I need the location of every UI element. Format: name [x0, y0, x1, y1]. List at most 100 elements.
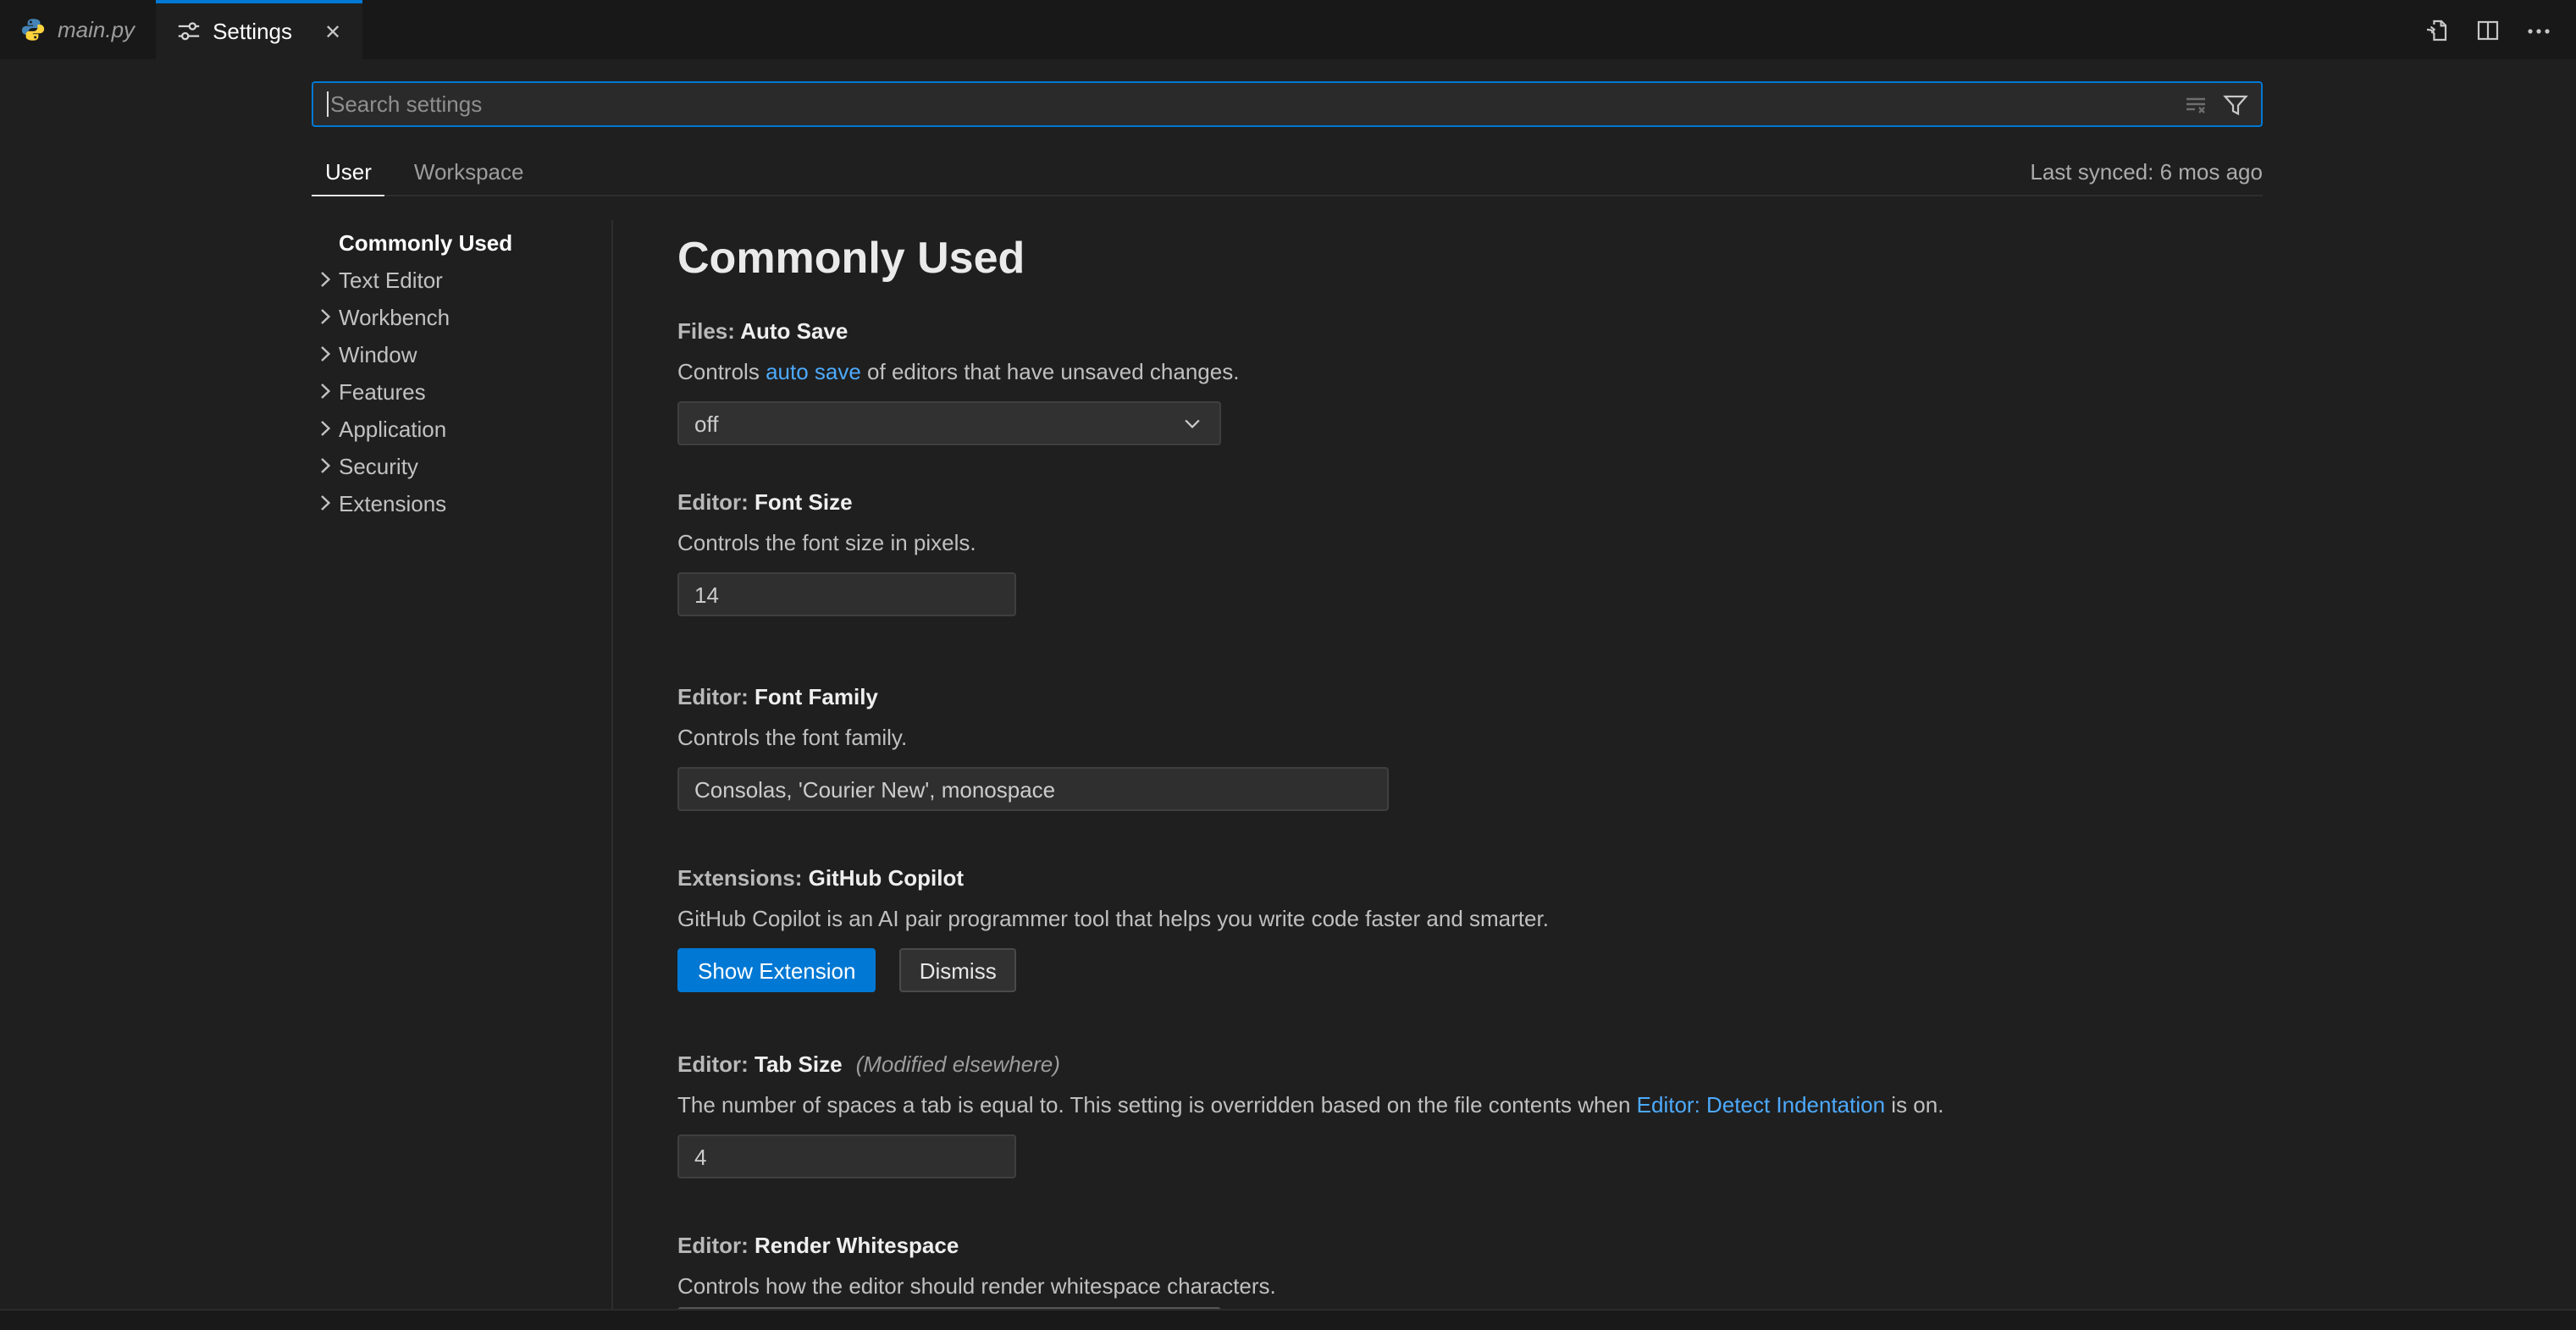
chevron-right-icon — [312, 340, 339, 367]
open-settings-json-icon[interactable] — [2424, 16, 2451, 43]
editor-tab-bar: main.py Settings ✕ — [0, 0, 2576, 59]
desc-text: of editors that have unsaved changes. — [861, 359, 1240, 384]
toc-label: Workbench — [339, 304, 450, 329]
chevron-right-icon — [312, 266, 339, 293]
font-family-input[interactable] — [677, 767, 1389, 811]
desc-text: Controls — [677, 359, 766, 384]
close-icon[interactable]: ✕ — [324, 21, 341, 41]
split-editor-icon[interactable] — [2474, 16, 2501, 43]
toc-label: Extensions — [339, 490, 446, 516]
setting-label: Editor: Tab Size (Modified elsewhere) — [677, 1051, 1060, 1077]
toc-label: Features — [339, 378, 426, 404]
tab-label: main.py — [58, 17, 135, 42]
setting-label: Editor: Font Size — [677, 489, 853, 515]
toc-item-application[interactable]: Application — [312, 410, 600, 447]
python-icon — [20, 17, 46, 42]
setting-category: Editor: — [677, 684, 755, 709]
setting-control — [677, 1134, 1016, 1178]
tab-settings[interactable]: Settings ✕ — [155, 0, 362, 59]
setting-category: Editor: — [677, 1051, 755, 1077]
setting-control — [677, 572, 1016, 616]
desc-text: Controls the font size in pixels. — [677, 530, 976, 555]
tab-size-input[interactable] — [677, 1134, 1016, 1178]
chevron-down-icon — [1180, 411, 1204, 435]
setting-description: Controls the font size in pixels. — [677, 530, 976, 555]
page-title: Commonly Used — [677, 232, 1025, 284]
toc-item-workbench[interactable]: Workbench — [312, 298, 600, 335]
show-extension-button[interactable]: Show Extension — [677, 948, 876, 992]
setting-label: Extensions: GitHub Copilot — [677, 865, 964, 891]
search-input[interactable] — [329, 91, 2183, 117]
setting-name: Render Whitespace — [755, 1233, 959, 1258]
auto-save-link[interactable]: auto save — [766, 359, 861, 384]
setting-name: Font Family — [755, 684, 878, 709]
toc-item-extensions[interactable]: Extensions — [312, 484, 600, 522]
more-actions-icon[interactable] — [2525, 16, 2552, 43]
setting-description: Controls the font family. — [677, 725, 907, 750]
setting-name: Tab Size — [755, 1051, 843, 1077]
setting-label: Editor: Render Whitespace — [677, 1233, 959, 1258]
toc-label: Window — [339, 341, 417, 367]
setting-description: Controls how the editor should render wh… — [677, 1273, 1276, 1299]
scope-tab-workspace[interactable]: Workspace — [401, 149, 538, 196]
setting-category: Editor: — [677, 489, 755, 515]
chevron-right-icon — [312, 303, 339, 330]
setting-category: Files: — [677, 318, 740, 344]
scope-tab-label: User — [325, 159, 372, 185]
setting-label: Files: Auto Save — [677, 318, 848, 344]
modified-elsewhere-tag: (Modified elsewhere) — [856, 1051, 1060, 1077]
setting-control: Show Extension Dismiss — [677, 948, 1017, 992]
settings-scope-bar: User Workspace Last synced: 6 mos ago — [312, 149, 2263, 196]
toc-item-features[interactable]: Features — [312, 373, 600, 410]
settings-list: Commonly Used Files: Auto Save Controls … — [677, 196, 2271, 1309]
search-actions — [2183, 91, 2261, 118]
toc-resize-sash[interactable] — [611, 220, 613, 1309]
font-size-input[interactable] — [677, 572, 1016, 616]
setting-control — [677, 767, 1389, 811]
settings-sliders-icon — [175, 19, 201, 44]
settings-toc: Commonly Used Text Editor Workbench Wind… — [312, 224, 600, 522]
filter-icon[interactable] — [2222, 91, 2249, 118]
desc-text: Controls the font family. — [677, 725, 907, 750]
setting-category: Extensions: — [677, 865, 809, 891]
setting-control: off — [677, 401, 1221, 445]
dropdown-value: off — [694, 411, 718, 436]
tab-main-py[interactable]: main.py — [0, 0, 155, 59]
desc-text: GitHub Copilot is an AI pair programmer … — [677, 906, 1549, 931]
scope-tab-user[interactable]: User — [312, 149, 385, 196]
desc-text: Controls how the editor should render wh… — [677, 1273, 1276, 1299]
toc-item-window[interactable]: Window — [312, 335, 600, 373]
dismiss-button[interactable]: Dismiss — [899, 948, 1017, 992]
clear-search-results-icon[interactable] — [2183, 91, 2210, 118]
setting-name: GitHub Copilot — [809, 865, 964, 891]
desc-text: The number of spaces a tab is equal to. … — [677, 1092, 1637, 1118]
setting-description: The number of spaces a tab is equal to. … — [677, 1092, 1943, 1118]
scope-tab-label: Workspace — [414, 159, 524, 185]
vscode-settings-window: main.py Settings ✕ — [0, 0, 2576, 1330]
auto-save-dropdown[interactable]: off — [677, 401, 1221, 445]
tab-label: Settings — [213, 19, 292, 44]
toc-label: Commonly Used — [339, 229, 512, 255]
setting-category: Editor: — [677, 1233, 755, 1258]
editor-actions — [2424, 0, 2576, 59]
chevron-right-icon — [312, 415, 339, 442]
chevron-right-icon — [312, 452, 339, 479]
chevron-right-icon — [312, 378, 339, 405]
setting-name: Auto Save — [740, 318, 848, 344]
setting-name: Font Size — [755, 489, 853, 515]
toc-label: Application — [339, 416, 446, 441]
toc-label: Security — [339, 453, 418, 478]
chevron-right-icon — [312, 489, 339, 516]
setting-description: GitHub Copilot is an AI pair programmer … — [677, 906, 1549, 931]
settings-search-box — [312, 81, 2263, 127]
last-synced-label: Last synced: 6 mos ago — [2030, 159, 2263, 185]
toc-label: Text Editor — [339, 267, 443, 292]
toc-item-text-editor[interactable]: Text Editor — [312, 261, 600, 298]
setting-label: Editor: Font Family — [677, 684, 878, 709]
setting-description: Controls auto save of editors that have … — [677, 359, 1239, 384]
bottom-strip — [0, 1309, 2576, 1330]
toc-item-security[interactable]: Security — [312, 447, 600, 484]
toc-item-commonly-used[interactable]: Commonly Used — [312, 224, 600, 261]
detect-indentation-link[interactable]: Editor: Detect Indentation — [1637, 1092, 1885, 1118]
desc-text: is on. — [1885, 1092, 1943, 1118]
